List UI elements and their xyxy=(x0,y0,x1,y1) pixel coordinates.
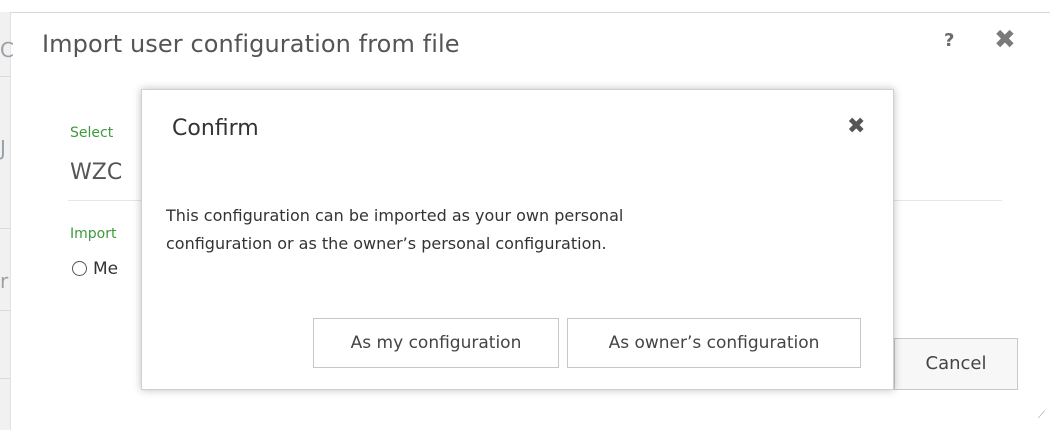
radio-option-label: Me xyxy=(93,259,119,279)
cancel-button[interactable]: Cancel xyxy=(894,338,1018,390)
dialog-top-border xyxy=(10,12,1050,13)
confirm-message: This configuration can be imported as yo… xyxy=(166,202,786,258)
dialog-title: Import user configuration from file xyxy=(42,30,460,58)
confirm-dialog: Confirm ✖ This configuration can be impo… xyxy=(141,89,894,390)
page: C J r Import user configuration from fil… xyxy=(0,0,1050,430)
confirm-message-line: configuration or as the owner’s personal… xyxy=(166,234,607,253)
close-icon[interactable]: ✖ xyxy=(847,114,865,139)
close-icon[interactable]: ✖ xyxy=(994,25,1016,55)
confirm-message-line: This configuration can be imported as yo… xyxy=(166,206,624,225)
as-owner-configuration-button[interactable]: As owner’s configuration xyxy=(567,318,861,368)
file-field-label: Select xyxy=(70,125,114,141)
file-value[interactable]: WZC xyxy=(70,160,122,185)
resize-grip-icon[interactable]: ⟋ xyxy=(1038,410,1045,421)
radio-option-me[interactable]: Me xyxy=(72,259,118,279)
help-icon[interactable]: ? xyxy=(944,30,954,51)
radio-icon[interactable] xyxy=(72,261,87,276)
confirm-title: Confirm xyxy=(172,116,259,141)
import-as-label: Import xyxy=(70,226,117,242)
as-my-configuration-button[interactable]: As my configuration xyxy=(313,318,559,368)
